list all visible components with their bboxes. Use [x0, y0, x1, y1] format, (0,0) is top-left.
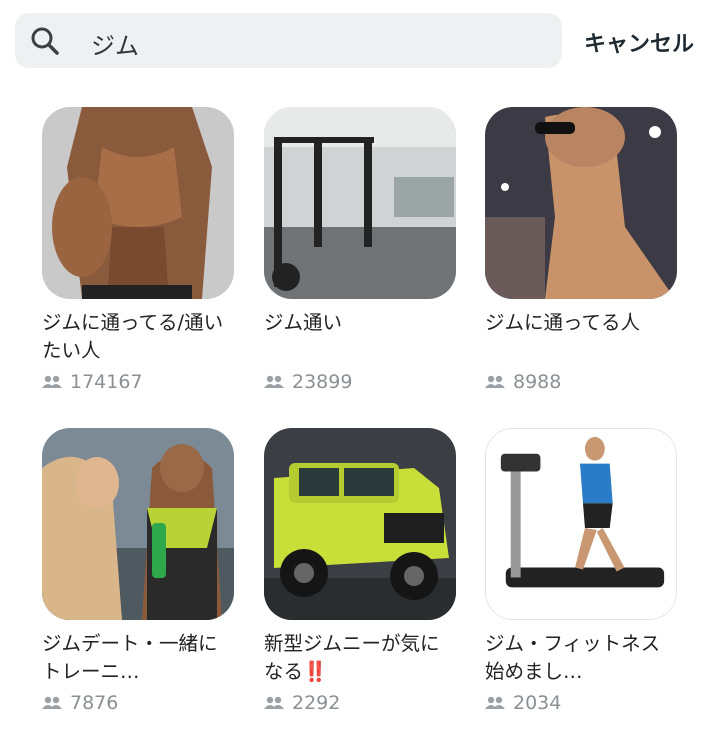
- cancel-button[interactable]: キャンセル: [584, 26, 694, 58]
- community-thumbnail[interactable]: [42, 428, 234, 620]
- search-input[interactable]: ジム: [15, 13, 562, 68]
- member-count-value: 7876: [70, 692, 119, 714]
- member-count: 174167: [42, 371, 234, 393]
- member-count: 2292: [264, 692, 456, 714]
- people-icon: [485, 375, 505, 388]
- search-header: ジム キャンセル: [0, 0, 719, 90]
- people-icon: [264, 696, 284, 709]
- people-icon: [42, 375, 62, 388]
- community-name: ジムデート・一緒にトレーニ…: [42, 632, 218, 683]
- people-icon: [485, 696, 505, 709]
- community-thumbnail[interactable]: [485, 107, 677, 299]
- community-thumbnail[interactable]: [264, 107, 456, 299]
- community-card-4[interactable]: ジムデート・一緒にトレーニ… 7876: [42, 428, 234, 714]
- people-icon: [42, 696, 62, 709]
- community-name: 新型ジムニーが気になる‼️: [264, 630, 456, 686]
- community-card-5[interactable]: 新型ジムニーが気になる‼️ 2292: [264, 428, 456, 714]
- community-name: ジム通い: [264, 311, 343, 334]
- member-count-value: 174167: [70, 371, 143, 393]
- member-count: 8988: [485, 371, 677, 393]
- member-count: 2034: [485, 692, 677, 714]
- community-name: ジム・フィットネス始めまし…: [485, 632, 661, 683]
- search-query: ジム: [91, 32, 139, 60]
- community-card-3[interactable]: ジムに通ってる人 8988: [485, 107, 677, 393]
- double-exclamation-emoji: ‼️: [303, 660, 328, 683]
- member-count-value: 23899: [292, 371, 353, 393]
- community-card-6[interactable]: ジム・フィットネス始めまし… 2034: [485, 428, 677, 714]
- member-count-value: 2292: [292, 692, 341, 714]
- member-count: 7876: [42, 692, 234, 714]
- community-card-2[interactable]: ジム通い 23899: [264, 107, 456, 393]
- member-count-value: 2034: [513, 692, 562, 714]
- member-count-value: 8988: [513, 371, 562, 393]
- community-thumbnail[interactable]: [42, 107, 234, 299]
- community-name: ジムに通ってる/通いたい人: [42, 311, 224, 362]
- community-name-text: 新型ジムニーが気になる: [264, 632, 440, 683]
- community-name: ジムに通ってる人: [485, 311, 641, 334]
- community-thumbnail[interactable]: [264, 428, 456, 620]
- community-thumbnail[interactable]: [485, 428, 677, 620]
- community-card-1[interactable]: ジムに通ってる/通いたい人 174167: [42, 107, 234, 393]
- search-icon: [31, 27, 59, 55]
- people-icon: [264, 375, 284, 388]
- member-count: 23899: [264, 371, 456, 393]
